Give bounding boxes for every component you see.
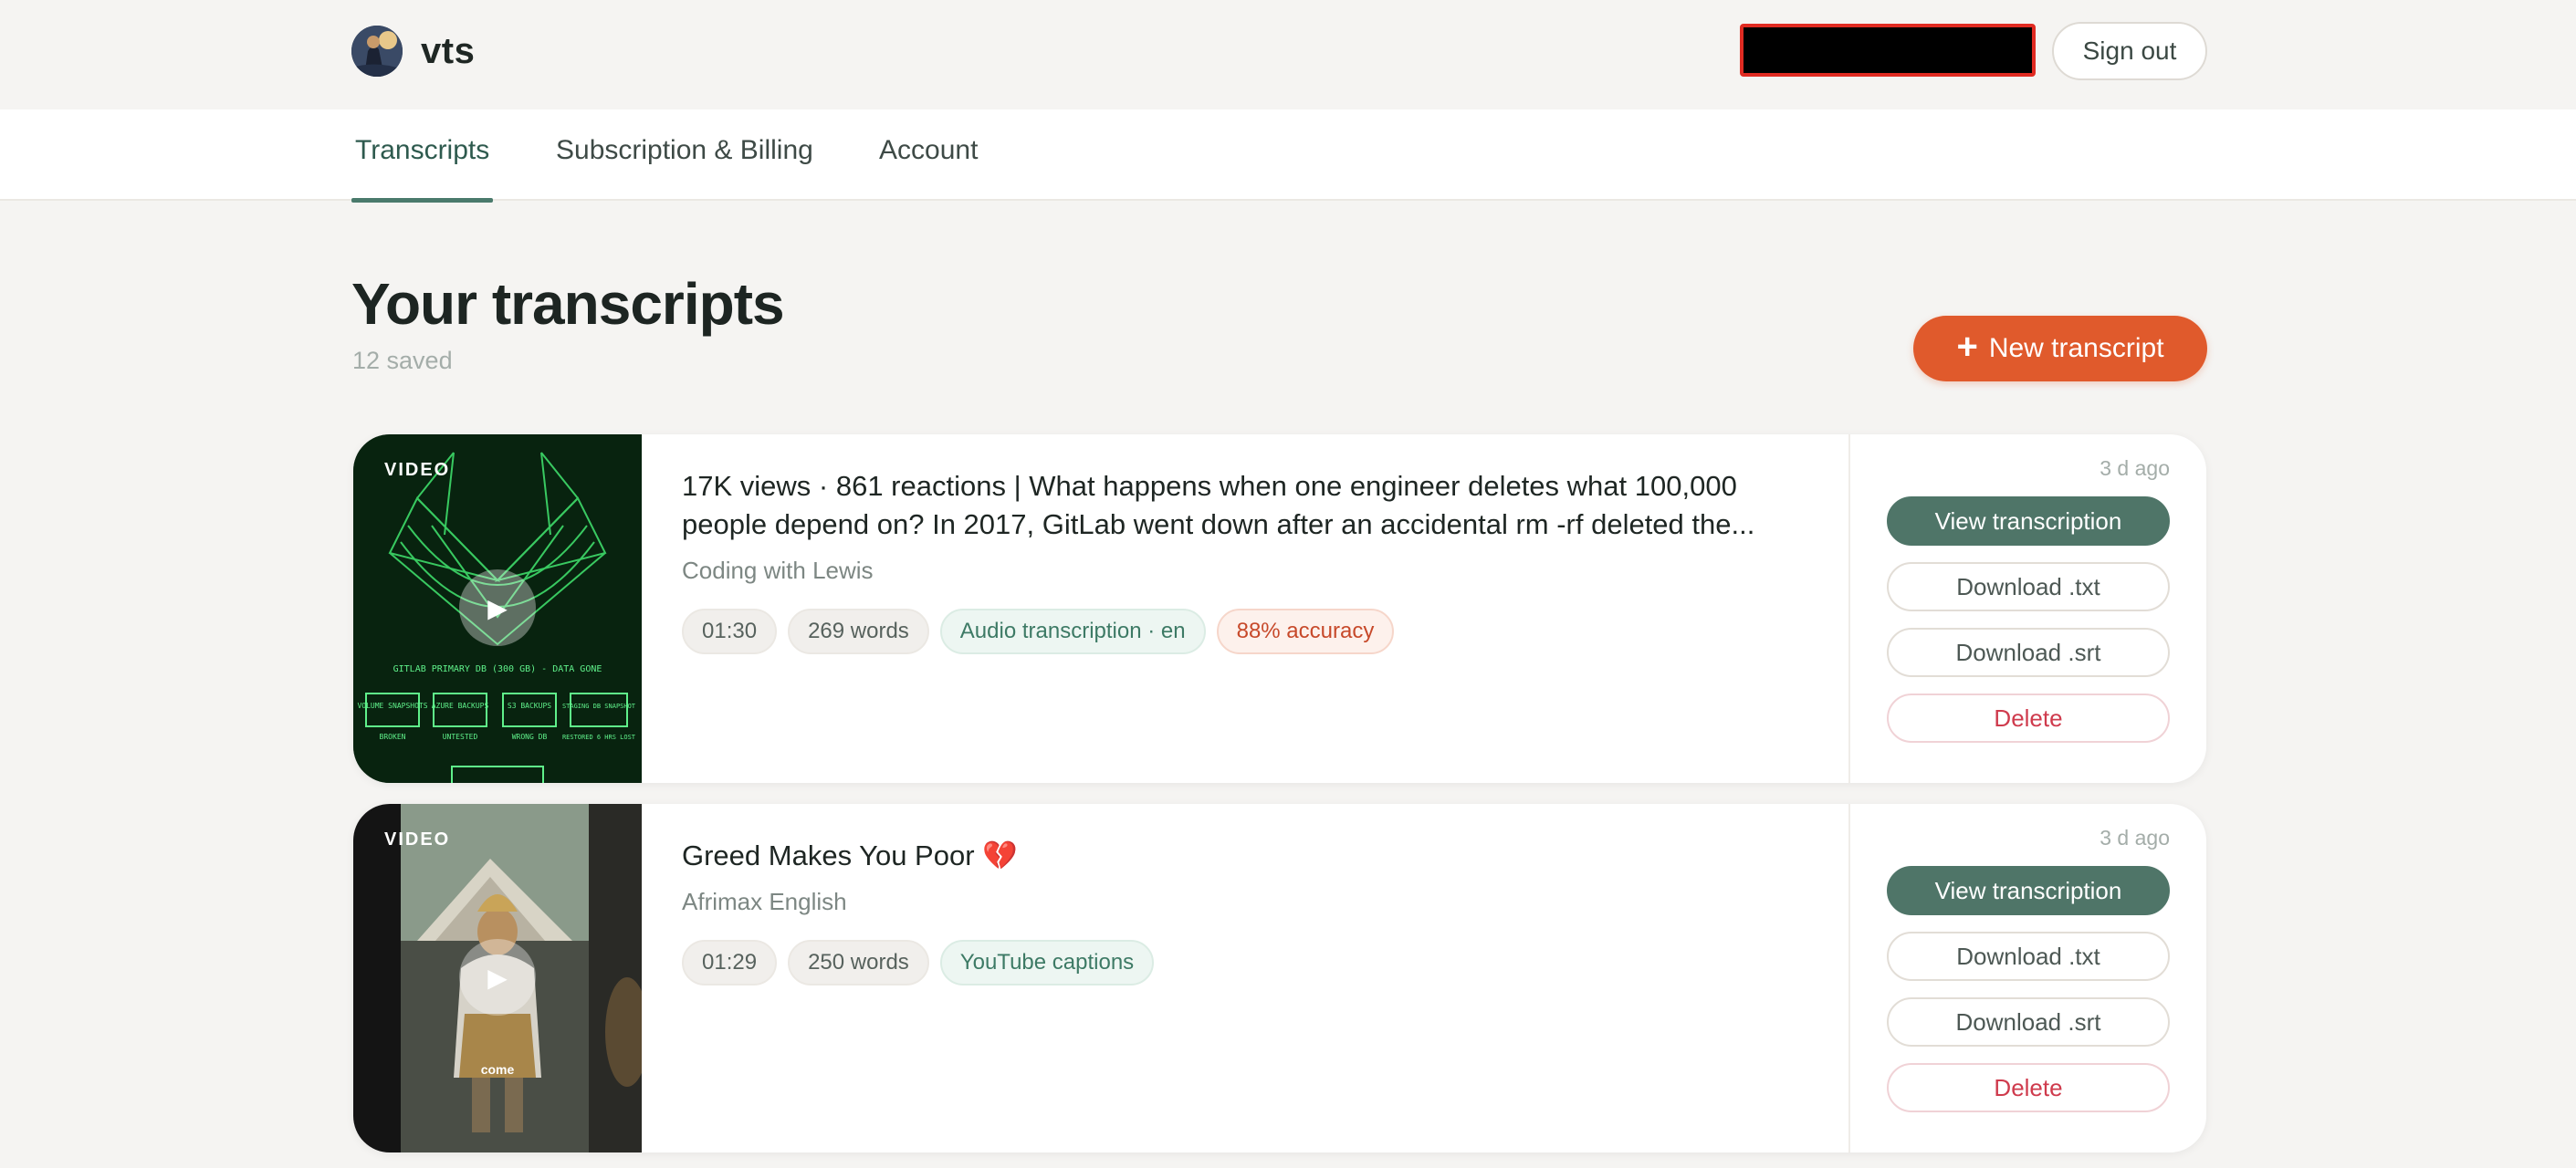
timestamp: 3 d ago: [2100, 456, 2170, 480]
saved-count: 12 saved: [352, 347, 453, 374]
tab-subscription-billing[interactable]: Subscription & Billing: [556, 135, 813, 201]
download-txt-button[interactable]: Download .txt: [1887, 932, 2170, 981]
thumb-box-title: STAGING DB SNAPSHOT: [562, 703, 636, 710]
video-badge: VIDEO: [384, 460, 451, 480]
video-badge: VIDEO: [384, 829, 451, 850]
top-bar: vts Sign out: [0, 0, 2576, 110]
card-actions: 3 d ago View transcription Download .txt…: [1887, 456, 2170, 743]
download-srt-button[interactable]: Download .srt: [1887, 997, 2170, 1047]
brand-logo-icon: [351, 26, 403, 77]
source-chip: YouTube captions: [939, 940, 1155, 986]
brand-name: vts: [421, 30, 476, 71]
thumb-box-status: BROKEN: [380, 733, 406, 741]
accuracy-chip: 88% accuracy: [1216, 609, 1395, 654]
meta-chips: 01:30 269 words Audio transcription · en…: [682, 609, 1814, 654]
duration-chip: 01:29: [682, 940, 778, 986]
video-thumbnail[interactable]: GITLAB PRIMARY DB (300 GB) - DATA GONE V…: [353, 434, 642, 783]
transcript-title[interactable]: Greed Makes You Poor 💔: [682, 837, 1814, 875]
channel-name: Afrimax English: [682, 888, 847, 915]
transcript-info: 17K views · 861 reactions | What happens…: [682, 467, 1814, 654]
new-transcript-label: New transcript: [1988, 333, 2164, 363]
thumb-box-status: WRONG DB: [512, 733, 548, 741]
view-transcription-button[interactable]: View transcription: [1887, 866, 2170, 915]
transcript-card: come VIDEO ▶ Greed Makes You Poor 💔 Afri…: [353, 804, 2206, 1152]
view-transcription-button[interactable]: View transcription: [1887, 496, 2170, 546]
download-srt-button[interactable]: Download .srt: [1887, 628, 2170, 677]
delete-button[interactable]: Delete: [1887, 1063, 2170, 1112]
thumb-box-status: UNTESTED: [443, 733, 478, 741]
card-divider: [1848, 434, 1850, 783]
download-txt-button[interactable]: Download .txt: [1887, 562, 2170, 611]
card-actions: 3 d ago View transcription Download .txt…: [1887, 826, 2170, 1112]
word-count-chip: 250 words: [788, 940, 929, 986]
thumb-box-status: RESTORED 6 HRS LOST: [562, 734, 636, 741]
channel-name: Coding with Lewis: [682, 557, 874, 584]
transcript-info: Greed Makes You Poor 💔 Afrimax English 0…: [682, 837, 1814, 986]
tab-bar: Transcripts Subscription & Billing Accou…: [0, 110, 2576, 203]
thumb-box-title: AZURE BACKUPS: [432, 702, 489, 710]
card-divider: [1848, 804, 1850, 1152]
new-transcript-button[interactable]: + New transcript: [1913, 316, 2207, 381]
thumb-headline: GITLAB PRIMARY DB (300 GB) - DATA GONE: [393, 664, 602, 674]
play-icon[interactable]: ▶: [459, 939, 536, 1016]
redacted-account-box: [1740, 24, 2036, 77]
play-icon[interactable]: ▶: [459, 569, 536, 646]
meta-chips: 01:29 250 words YouTube captions: [682, 940, 1814, 986]
brand[interactable]: vts: [351, 26, 475, 77]
sign-out-button[interactable]: Sign out: [2052, 22, 2207, 80]
thumb-caption: come: [481, 1062, 515, 1077]
thumb-box-title: S3 BACKUPS: [508, 702, 551, 710]
transcript-title[interactable]: 17K views · 861 reactions | What happens…: [682, 467, 1814, 544]
source-chip: Audio transcription · en: [939, 609, 1206, 654]
page-title: Your transcripts: [351, 271, 785, 337]
delete-button[interactable]: Delete: [1887, 694, 2170, 743]
tab-transcripts[interactable]: Transcripts: [351, 135, 494, 203]
video-thumbnail[interactable]: come VIDEO ▶: [353, 804, 642, 1152]
word-count-chip: 269 words: [788, 609, 929, 654]
thumb-box-title: VOLUME SNAPSHOTS: [357, 702, 427, 710]
transcript-card: GITLAB PRIMARY DB (300 GB) - DATA GONE V…: [353, 434, 2206, 783]
timestamp: 3 d ago: [2100, 826, 2170, 850]
tab-account[interactable]: Account: [879, 135, 978, 201]
plus-icon: +: [1956, 327, 1978, 367]
duration-chip: 01:30: [682, 609, 778, 654]
